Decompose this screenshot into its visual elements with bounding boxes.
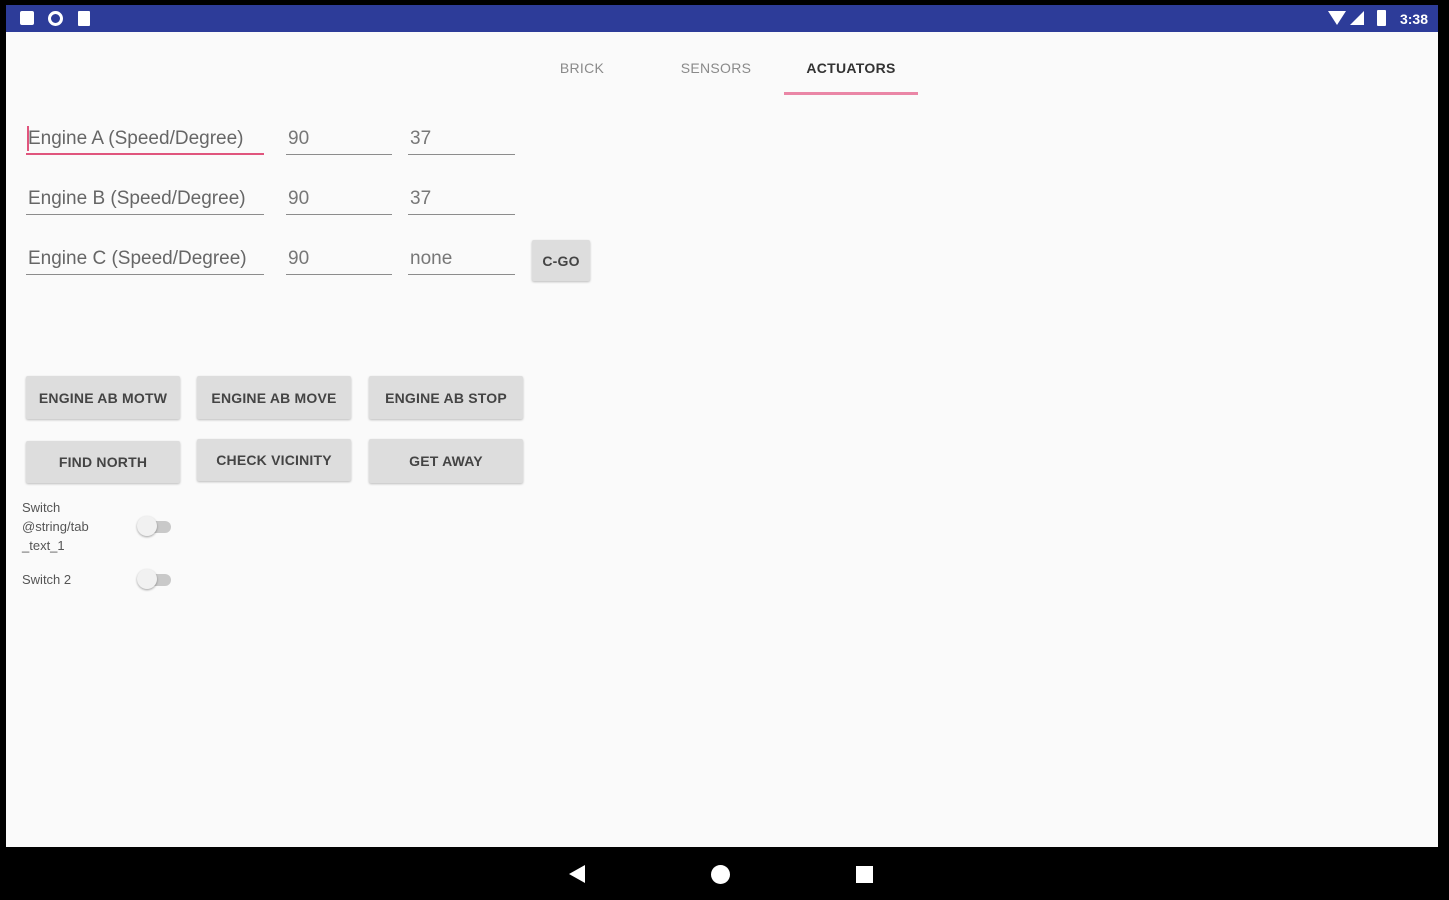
signal-icon [1350, 11, 1364, 25]
engine-a-speed-underline [286, 154, 392, 155]
engine-ab-motw-button[interactable]: ENGINE AB MOTW [26, 376, 180, 419]
get-away-button[interactable]: GET AWAY [369, 439, 523, 483]
engine-a-label-field[interactable]: Engine A (Speed/Degree) [28, 128, 244, 150]
battery-icon [1377, 10, 1386, 26]
status-bar: 3:38 [6, 5, 1438, 32]
tab-actuators[interactable]: ACTUATORS [784, 60, 918, 76]
engine-c-label-underline [26, 274, 264, 275]
switch-1-thumb [137, 516, 157, 536]
device-frame: 3:38 BRICK SENSORS ACTUATORS Engine A (S… [0, 0, 1449, 900]
switch-2-toggle[interactable] [137, 569, 173, 589]
engine-b-speed-input[interactable]: 90 [288, 188, 309, 210]
c-go-button[interactable]: C-GO [532, 240, 590, 281]
tab-bar: BRICK SENSORS ACTUATORS [6, 32, 1438, 97]
check-vicinity-button[interactable]: CHECK VICINITY [197, 439, 351, 481]
tab-sensors[interactable]: SENSORS [649, 60, 783, 76]
engine-b-speed-underline [286, 214, 392, 215]
engine-c-speed-underline [286, 274, 392, 275]
tab-indicator [784, 92, 918, 95]
find-north-button[interactable]: FIND NORTH [26, 441, 180, 483]
home-icon[interactable] [711, 865, 730, 884]
engine-b-label-underline [26, 214, 264, 215]
engine-c-degree-underline [408, 274, 515, 275]
engine-a-speed-input[interactable]: 90 [288, 128, 309, 150]
switch-2-thumb [137, 569, 157, 589]
status-time: 3:38 [1399, 11, 1428, 27]
switch-2-label: Switch 2 [22, 572, 72, 587]
engine-c-label-field[interactable]: Engine C (Speed/Degree) [28, 248, 247, 270]
wifi-icon [1328, 11, 1346, 25]
navigation-bar [0, 848, 1449, 900]
sync-icon [48, 11, 63, 26]
engine-b-degree-input[interactable]: 37 [410, 188, 431, 210]
text-cursor [27, 126, 29, 151]
engine-a-label-underline [26, 153, 264, 155]
engine-b-degree-underline [408, 214, 515, 215]
engine-a-degree-input[interactable]: 37 [410, 128, 431, 150]
sd-card-icon [78, 11, 90, 26]
notification-icon [20, 11, 34, 25]
engine-ab-move-button[interactable]: ENGINE AB MOVE [197, 376, 351, 419]
recents-icon[interactable] [856, 866, 873, 883]
app-content: BRICK SENSORS ACTUATORS Engine A (Speed/… [6, 32, 1438, 847]
switch-1-label: Switch @string/tab _text_1 [22, 500, 89, 553]
tab-brick[interactable]: BRICK [515, 60, 649, 76]
engine-ab-stop-button[interactable]: ENGINE AB STOP [369, 376, 523, 419]
switch-1-toggle[interactable] [137, 516, 173, 536]
engine-c-speed-input[interactable]: 90 [288, 248, 309, 270]
engine-a-degree-underline [408, 154, 515, 155]
engine-c-degree-input[interactable]: none [410, 248, 452, 270]
back-icon[interactable] [569, 865, 585, 883]
engine-b-label-field[interactable]: Engine B (Speed/Degree) [28, 188, 246, 210]
